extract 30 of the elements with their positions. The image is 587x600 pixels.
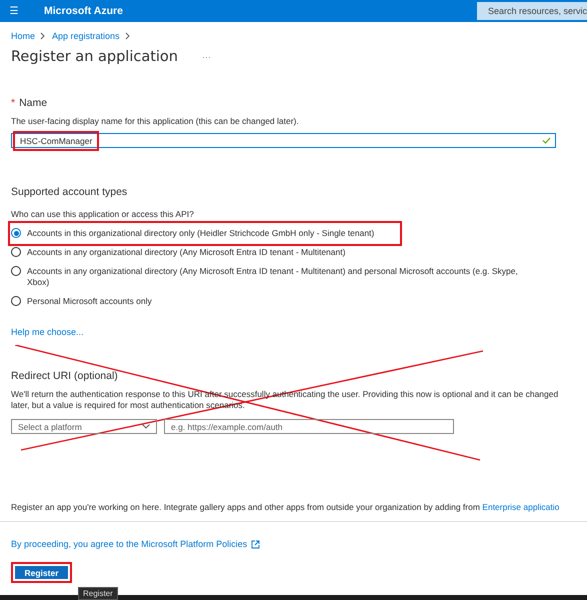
uri-input-field[interactable]: e.g. https://example.com/auth xyxy=(164,419,454,434)
radio-option[interactable]: Personal Microsoft accounts only xyxy=(11,292,541,311)
breadcrumb-link[interactable]: Home xyxy=(11,31,36,41)
search-field[interactable]: Search resources, servic xyxy=(477,2,587,20)
chevron-icon xyxy=(124,32,130,40)
caret-icon xyxy=(142,424,150,429)
enterprise-link[interactable]: Enterprise applicatio xyxy=(482,502,560,512)
radio-option[interactable]: Accounts in any organizational directory (Any Microsoft Entra ID tenant - Multitenant) xyxy=(11,243,541,262)
policy-link[interactable]: By proceeding, you agree to the Microsoft Platform Policies xyxy=(11,539,248,549)
field-label: Name xyxy=(19,97,48,109)
portal-title[interactable]: Microsoft Azure xyxy=(44,5,123,17)
help-link[interactable]: Help me choose... xyxy=(11,327,576,337)
info-text: Register an app you're working on here. Integrate gallery apps and other apps from outside your organization by adding from Enterprise applicatio xyxy=(11,502,560,512)
radio-option[interactable]: Accounts in this organizational directory only (Heidler Strichcode GmbH only - Single tenant) xyxy=(11,224,399,243)
chevron-icon xyxy=(40,32,46,40)
more-options[interactable]: ··· xyxy=(202,52,211,62)
breadcrumb-link[interactable]: App registrations xyxy=(52,31,120,41)
external-link-icon xyxy=(251,540,260,548)
required-mark: * xyxy=(11,97,16,109)
question-text: Who can use this application or access this API? xyxy=(11,209,195,220)
name-input-field[interactable]: HSC-ComManager xyxy=(11,133,556,148)
tooltip: Register xyxy=(78,587,118,600)
radio-option[interactable]: Accounts in any organizational directory (Any Microsoft Entra ID tenant - Multitenant) and personal Microsoft accounts (e.g. Skype, Xbox) xyxy=(11,262,541,292)
section-heading: Supported account types xyxy=(11,186,128,198)
section-heading: Redirect URI (optional) xyxy=(11,370,119,382)
platform-dropdown[interactable]: Select a platform xyxy=(11,419,157,434)
menu-icon[interactable]: ☰ xyxy=(0,5,28,17)
field-description: The user-facing display name for this application (this can be changed later). xyxy=(11,116,300,127)
page-title: Register an application xyxy=(11,49,178,65)
register-button[interactable]: Register xyxy=(11,562,72,583)
